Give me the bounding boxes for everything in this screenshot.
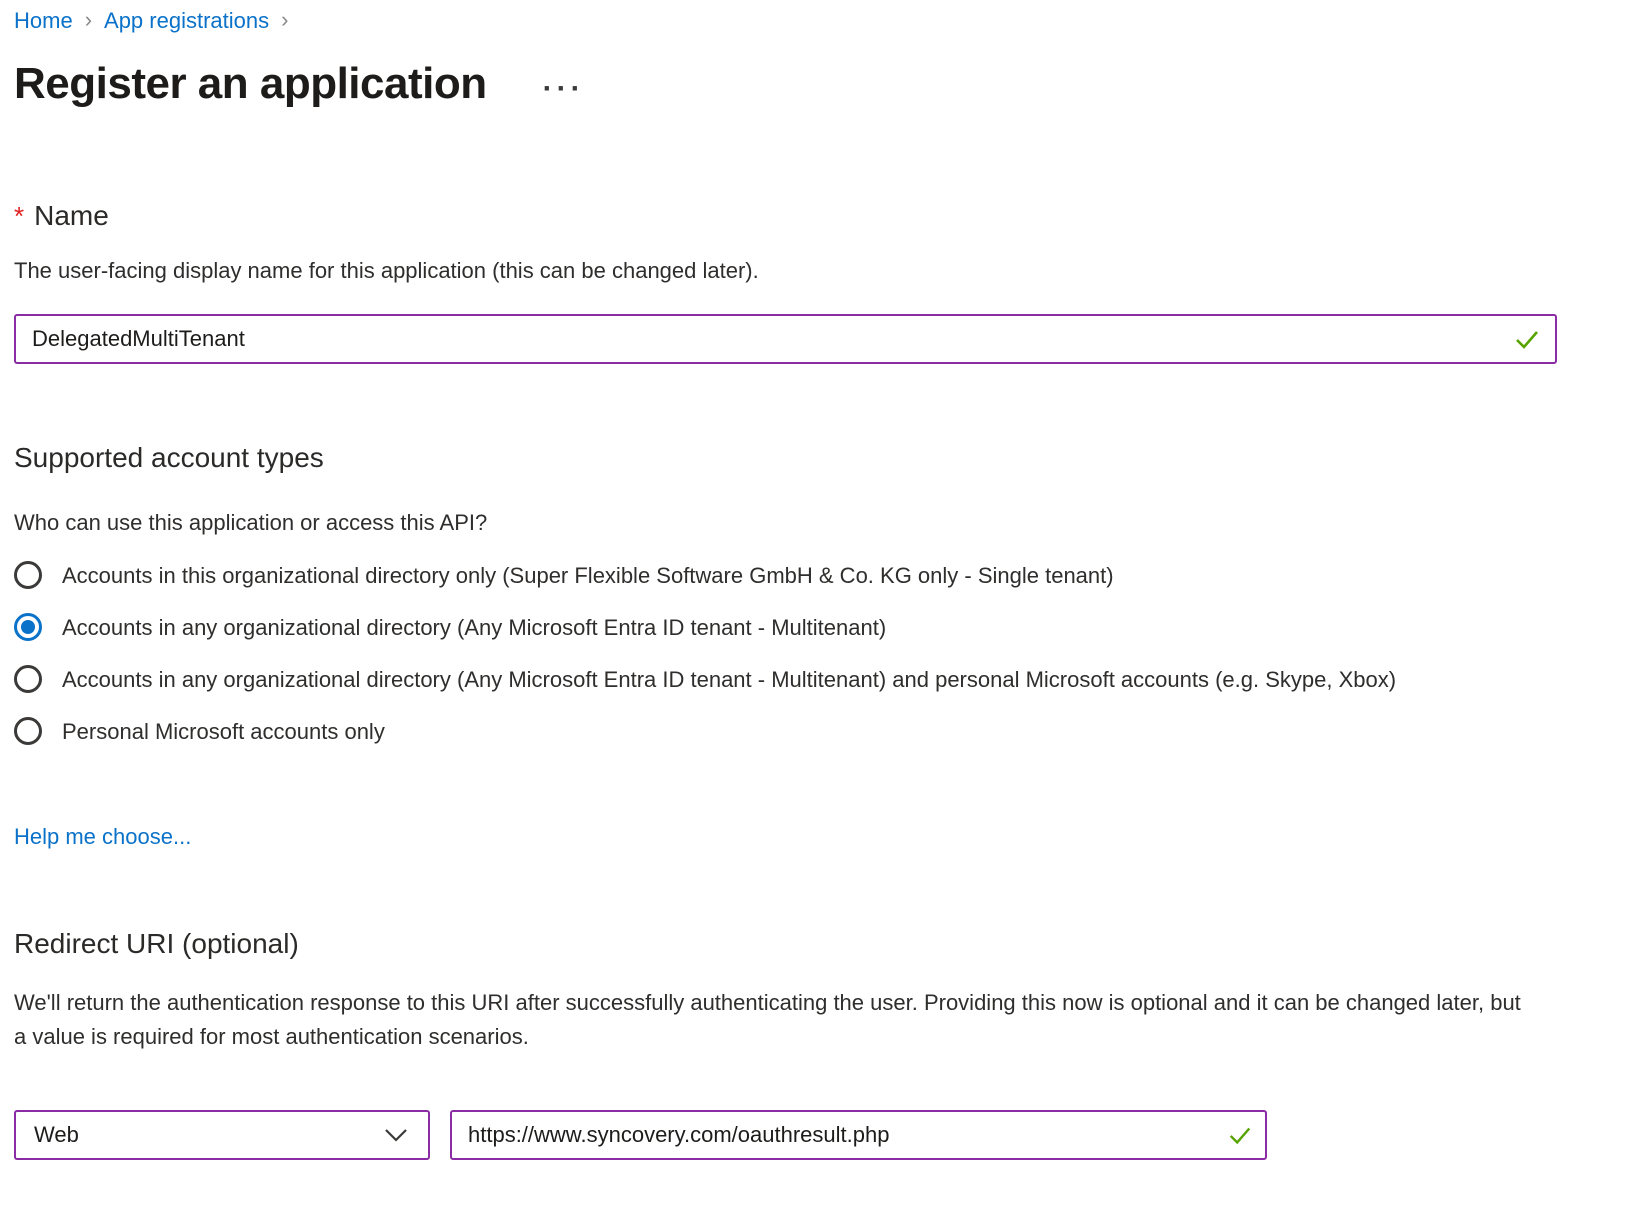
platform-select-value: Web <box>34 1122 79 1148</box>
radio-button-icon[interactable] <box>14 613 42 641</box>
breadcrumb-home-link[interactable]: Home <box>14 8 73 34</box>
valid-check-icon <box>1513 325 1541 353</box>
register-application-page: Home › App registrations › Register an a… <box>0 0 1626 1160</box>
redirect-uri-heading: Redirect URI (optional) <box>14 928 1612 960</box>
radio-option-label[interactable]: Accounts in this organizational director… <box>62 560 1114 592</box>
account-types-radio-group: Accounts in this organizational director… <box>14 560 1612 748</box>
platform-select[interactable]: Web <box>14 1110 430 1160</box>
redirect-uri-row: Web <box>14 1110 1612 1160</box>
supported-account-types-heading: Supported account types <box>14 442 1612 474</box>
redirect-uri-input-wrap <box>450 1110 1267 1160</box>
radio-option-personal-only[interactable]: Personal Microsoft accounts only <box>14 716 1612 748</box>
title-row: Register an application ··· <box>14 56 1612 112</box>
chevron-down-icon <box>384 1128 408 1142</box>
radio-option-multitenant-personal[interactable]: Accounts in any organizational directory… <box>14 664 1612 696</box>
name-field-label: * Name <box>14 200 1612 232</box>
account-types-question: Who can use this application or access t… <box>14 510 1612 536</box>
application-name-input[interactable] <box>14 314 1557 364</box>
breadcrumb-separator-icon: › <box>279 7 290 33</box>
help-me-choose-link[interactable]: Help me choose... <box>14 824 191 850</box>
name-input-wrap <box>14 314 1557 364</box>
redirect-uri-description: We'll return the authentication response… <box>14 986 1538 1054</box>
radio-option-single-tenant[interactable]: Accounts in this organizational director… <box>14 560 1612 592</box>
radio-button-icon[interactable] <box>14 561 42 589</box>
radio-option-label[interactable]: Accounts in any organizational directory… <box>62 612 886 644</box>
page-title: Register an application <box>14 56 487 112</box>
radio-option-label[interactable]: Accounts in any organizational directory… <box>62 664 1396 696</box>
name-label-text: Name <box>34 200 109 231</box>
redirect-uri-input[interactable] <box>450 1110 1267 1160</box>
radio-option-multitenant[interactable]: Accounts in any organizational directory… <box>14 612 1612 644</box>
radio-button-icon[interactable] <box>14 717 42 745</box>
name-field-description: The user-facing display name for this ap… <box>14 258 1612 284</box>
radio-button-icon[interactable] <box>14 665 42 693</box>
breadcrumb-separator-icon: › <box>83 7 94 33</box>
valid-check-icon <box>1227 1122 1253 1148</box>
more-options-icon[interactable]: ··· <box>543 74 585 112</box>
radio-option-label[interactable]: Personal Microsoft accounts only <box>62 716 385 748</box>
breadcrumb: Home › App registrations › <box>14 8 1612 34</box>
required-asterisk: * <box>14 201 24 231</box>
breadcrumb-app-registrations-link[interactable]: App registrations <box>104 8 269 34</box>
